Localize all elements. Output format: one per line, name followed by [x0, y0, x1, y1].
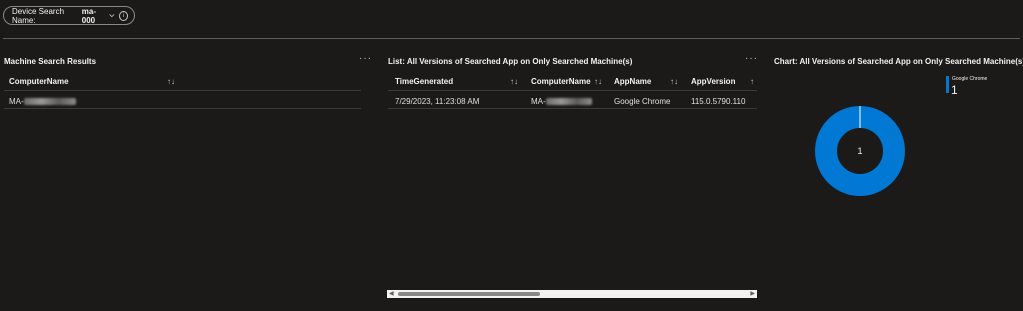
list-panel-title: List: All Versions of Searched App on On…	[388, 57, 633, 66]
list-table-header-line	[388, 90, 757, 91]
header-divider	[3, 38, 1020, 39]
sort-icon[interactable]: ↑↓	[670, 77, 691, 86]
computer-name-cell: MA-	[531, 97, 614, 106]
redacted-text	[23, 97, 76, 105]
machine-table-header-line	[4, 90, 361, 91]
time-generated-cell: 7/29/2023, 11:23:08 AM	[395, 96, 480, 106]
list-table-header: TimeGenerated ↑↓ ComputerName ↑↓ AppName…	[395, 74, 757, 89]
horizontal-scrollbar[interactable]: ◀ ▶	[387, 290, 757, 298]
parameter-label: Device Search Name:	[12, 6, 65, 25]
scroll-right-icon[interactable]: ▶	[750, 290, 755, 298]
computer-name-prefix: MA-	[531, 96, 546, 106]
scrollbar-thumb[interactable]	[398, 292, 540, 296]
column-header-computername[interactable]: ComputerName	[531, 77, 594, 86]
donut-chart[interactable]: 1	[810, 101, 910, 201]
sort-icon[interactable]: ↑	[750, 77, 754, 86]
donut-center-label: 1	[857, 146, 862, 156]
legend-entry-value: 1	[951, 83, 958, 97]
column-header-computername[interactable]: ComputerName	[9, 77, 167, 86]
chart-panel-title: Chart: All Versions of Searched App on O…	[774, 57, 1023, 66]
redacted-text	[545, 97, 592, 105]
list-panel-more-button[interactable]: ···	[745, 53, 758, 64]
row-divider	[388, 108, 757, 109]
column-header-appversion[interactable]: AppVersion	[691, 77, 750, 86]
sort-icon[interactable]: ↑↓	[167, 77, 175, 86]
machine-panel-more-button[interactable]: ···	[359, 53, 372, 64]
chevron-down-icon	[109, 14, 115, 18]
legend-entry-name: Google Chrome	[952, 76, 988, 82]
table-row[interactable]: MA-	[9, 93, 361, 109]
computer-name-cell: MA-	[9, 96, 24, 106]
parameter-value: ma-000	[81, 6, 96, 25]
row-divider	[4, 108, 361, 109]
sort-icon[interactable]: ↑↓	[594, 77, 614, 86]
machine-panel-title: Machine Search Results	[4, 57, 97, 66]
scroll-left-icon[interactable]: ◀	[389, 290, 394, 298]
machine-table-header: ComputerName ↑↓	[9, 74, 361, 89]
app-name-cell: Google Chrome	[614, 96, 671, 106]
table-row[interactable]: 7/29/2023, 11:23:08 AM MA- Google Chrome…	[395, 93, 757, 109]
sort-icon[interactable]: ↑↓	[510, 77, 531, 86]
info-icon[interactable]: i	[119, 10, 128, 21]
device-search-name-dropdown[interactable]: Device Search Name: ma-000 i	[3, 6, 135, 25]
column-header-appname[interactable]: AppName	[614, 77, 670, 86]
legend-swatch	[946, 76, 949, 93]
column-header-timegenerated[interactable]: TimeGenerated	[395, 77, 510, 86]
app-version-cell: 115.0.5790.110	[691, 96, 746, 106]
